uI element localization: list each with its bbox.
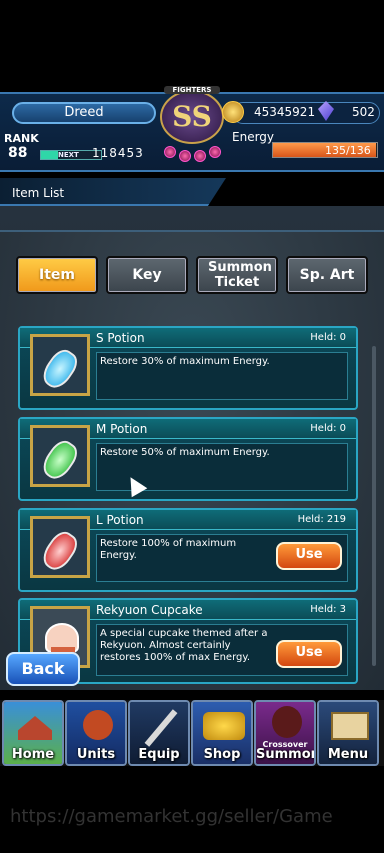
tab-label: Key (132, 267, 162, 283)
item-held: Held: 219 (297, 514, 346, 525)
next-label: NEXT (58, 151, 79, 159)
use-button[interactable]: Use (276, 640, 342, 668)
nav-label: Home (11, 747, 55, 762)
nav-shop[interactable]: Shop (191, 700, 253, 766)
item-name: S Potion (96, 331, 145, 345)
item-card-s-potion[interactable]: S Potion Held: 0 Restore 30% of maximum … (18, 326, 358, 410)
tab-label: Item (39, 267, 75, 283)
tab-item[interactable]: Item (16, 256, 98, 294)
nav-summon[interactable]: Crossover Summon (254, 700, 316, 766)
potion-icon (30, 425, 90, 487)
item-name: Rekyuon Cupcake (96, 603, 203, 617)
nav-label: Summon (256, 747, 316, 762)
crystal-value: 502 (352, 105, 375, 119)
tab-label: Summon Ticket (208, 260, 272, 290)
page-title: Item List (12, 186, 65, 200)
gem-icon (164, 146, 176, 158)
exp-bar-fill (41, 151, 58, 159)
rank-badge-icon: FIGHTERS SS (150, 78, 234, 166)
item-card-m-potion[interactable]: M Potion Held: 0 Restore 50% of maximum … (18, 417, 358, 501)
nav-label: Shop (203, 747, 241, 762)
item-held: Held: 0 (310, 332, 346, 343)
badge-title: FIGHTERS (164, 86, 220, 94)
energy-label: Energy (232, 130, 275, 144)
tab-sp-art[interactable]: Sp. Art (286, 256, 368, 294)
item-description: Restore 30% of maximum Energy. (96, 352, 348, 400)
next-exp-value: 118453 (92, 146, 144, 160)
potion-icon (30, 516, 90, 578)
gem-icon (194, 150, 206, 162)
scrollbar[interactable] (372, 346, 376, 666)
rank-label: RANK (4, 132, 39, 145)
nav-home[interactable]: Home (2, 700, 64, 766)
item-held: Held: 0 (310, 423, 346, 434)
badge-grade: SS (172, 100, 212, 133)
nav-equip[interactable]: Equip (128, 700, 190, 766)
use-button[interactable]: Use (276, 542, 342, 570)
gem-icon (179, 150, 191, 162)
watermark-text: https://gamemarket.gg/seller/Game (10, 806, 333, 827)
item-name: M Potion (96, 422, 148, 436)
item-card-l-potion[interactable]: L Potion Held: 219 Restore 100% of maxim… (18, 508, 358, 592)
player-name: Dreed (12, 102, 156, 124)
item-held: Held: 3 (310, 604, 346, 615)
nav-label: Menu (327, 747, 369, 762)
gem-icon (209, 146, 221, 158)
back-button[interactable]: Back (6, 652, 80, 686)
nav-units[interactable]: Units (65, 700, 127, 766)
tab-label: Sp. Art (299, 267, 355, 283)
potion-icon (30, 334, 90, 396)
gold-coin-icon (222, 101, 244, 123)
nav-label: Units (76, 747, 116, 762)
item-name: L Potion (96, 513, 144, 527)
tab-summon-ticket[interactable]: Summon Ticket (196, 256, 278, 294)
gold-value: 45345921 (254, 105, 316, 119)
rank-value: 88 (8, 145, 28, 161)
energy-value: 135/136 (325, 144, 371, 157)
nav-menu[interactable]: Menu (317, 700, 379, 766)
nav-label: Equip (138, 747, 180, 762)
tab-key[interactable]: Key (106, 256, 188, 294)
